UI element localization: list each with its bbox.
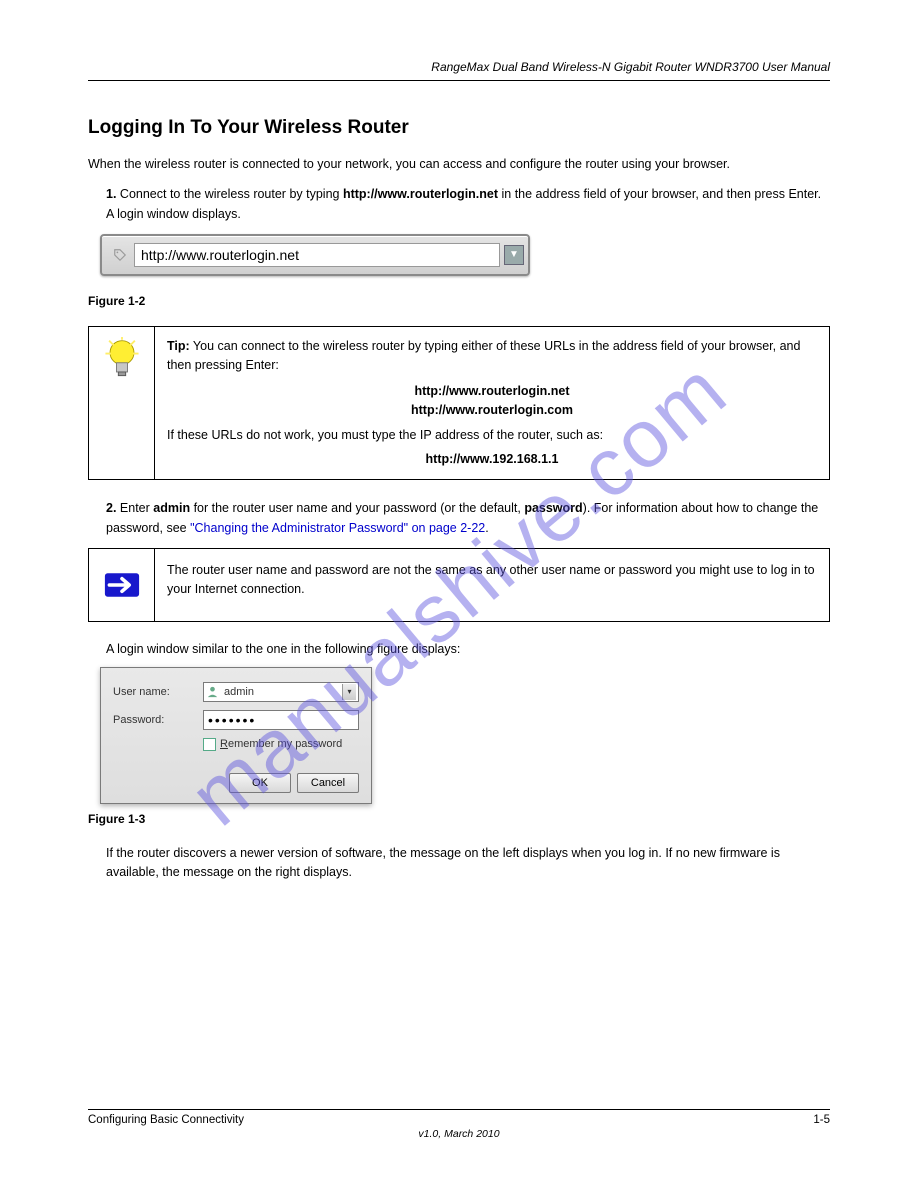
- step-2-password: password: [524, 501, 582, 515]
- header-doc-title: RangeMax Dual Band Wireless-N Gigabit Ro…: [88, 60, 830, 74]
- url-input[interactable]: [134, 243, 500, 267]
- remember-mnemonic: R: [220, 738, 228, 750]
- password-label: Password:: [113, 714, 203, 726]
- footer-rule: [88, 1109, 830, 1110]
- header-rule: [88, 80, 830, 81]
- footer-version: v1.0, March 2010: [88, 1128, 830, 1140]
- page-footer: Configuring Basic Connectivity 1-5 v1.0,…: [88, 1109, 830, 1140]
- remember-row: Remember my password: [113, 738, 359, 751]
- tip-url-1: http://www.routerlogin.net: [167, 382, 817, 401]
- tip-url-3: http://www.192.168.1.1: [167, 450, 817, 469]
- person-icon: [206, 685, 220, 699]
- step-2-admin: admin: [153, 501, 190, 515]
- tip-body-b: If these URLs do not work, you must type…: [167, 426, 817, 445]
- note-content: The router user name and password are no…: [155, 549, 829, 621]
- password-field[interactable]: •••••••: [203, 710, 359, 730]
- lightbulb-icon: [103, 337, 141, 383]
- step-1-url: http://www.routerlogin.net: [343, 187, 498, 201]
- tip-content: Tip: You can connect to the wireless rou…: [155, 327, 829, 479]
- step-1-number: 1.: [106, 187, 116, 201]
- step-2-link[interactable]: "Changing the Administrator Password" on…: [190, 521, 485, 535]
- step-1: 1. Connect to the wireless router by typ…: [88, 184, 830, 224]
- url-dropdown-button[interactable]: ▼: [504, 245, 524, 265]
- tip-body-a: You can connect to the wireless router b…: [167, 339, 800, 372]
- footer-page-number: 1-5: [813, 1114, 830, 1126]
- tip-label: Tip:: [167, 339, 190, 353]
- login-dialog: User name: admin ▾ Password: ••••••• Rem…: [100, 667, 372, 804]
- note-icon-cell: [89, 549, 155, 621]
- note-callout: The router user name and password are no…: [88, 548, 830, 622]
- username-label: User name:: [113, 686, 203, 698]
- intro-paragraph: When the wireless router is connected to…: [88, 155, 830, 174]
- step-2-text-b: for the router user name and your passwo…: [190, 501, 524, 515]
- footer-left: Configuring Basic Connectivity: [88, 1114, 244, 1126]
- tip-callout: Tip: You can connect to the wireless rou…: [88, 326, 830, 480]
- step-2-number: 2.: [106, 501, 116, 515]
- remember-label: Remember my password: [220, 738, 342, 750]
- step-1-text-a: Connect to the wireless router by typing: [120, 187, 343, 201]
- figure-2-caption: Figure 1-3: [88, 812, 830, 826]
- cancel-button[interactable]: Cancel: [297, 773, 359, 793]
- section-title: Logging In To Your Wireless Router: [88, 117, 830, 139]
- browser-url-bar: ▼: [100, 234, 530, 276]
- tip-icon-cell: [89, 327, 155, 479]
- login-intro-text: A login window similar to the one in the…: [88, 640, 830, 659]
- figure-1-caption: Figure 1-2: [88, 294, 830, 308]
- tag-icon: [112, 247, 128, 263]
- remember-text: emember my password: [228, 738, 342, 750]
- tip-url-2: http://www.routerlogin.com: [167, 401, 817, 420]
- password-row: Password: •••••••: [113, 710, 359, 730]
- username-row: User name: admin ▾: [113, 682, 359, 702]
- step-2-text-a: Enter: [120, 501, 153, 515]
- post-login-text: If the router discovers a newer version …: [88, 844, 830, 882]
- step-2: 2. Enter admin for the router user name …: [88, 498, 830, 538]
- arrow-right-icon: [104, 572, 140, 598]
- step-2-text-d: .: [485, 521, 488, 535]
- username-combo[interactable]: admin ▾: [203, 682, 359, 702]
- ok-button[interactable]: OK: [229, 773, 291, 793]
- username-value: admin: [224, 686, 342, 698]
- username-dropdown-icon[interactable]: ▾: [342, 684, 356, 700]
- dialog-button-row: OK Cancel: [113, 773, 359, 793]
- remember-checkbox[interactable]: [203, 738, 216, 751]
